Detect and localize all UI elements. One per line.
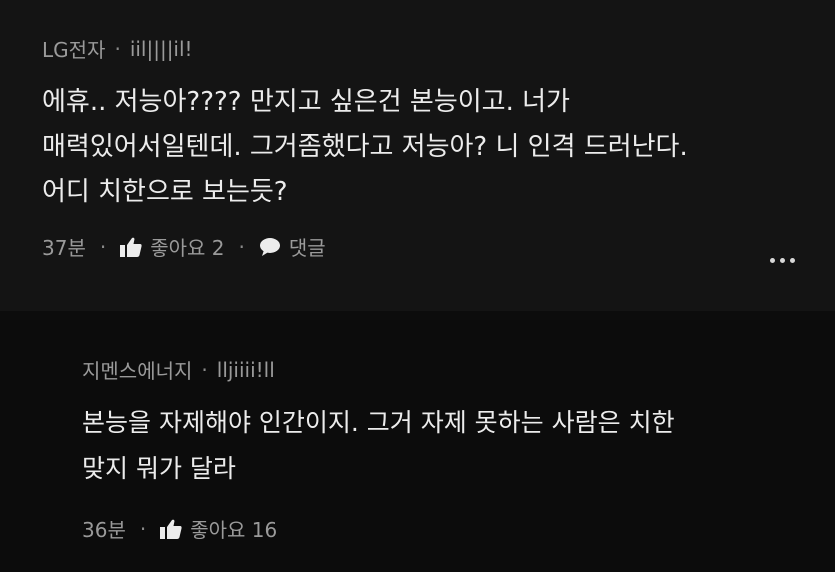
author-handle[interactable]: lljiiii!ll — [217, 358, 275, 382]
more-dots-icon — [770, 258, 775, 263]
author-name[interactable]: 지멘스에너지 — [82, 355, 192, 384]
comment-time: 37분 — [42, 236, 86, 260]
separator: · — [114, 36, 121, 61]
comment-header: LG전자 · iil||||il! — [42, 34, 835, 63]
reply-button[interactable]: 댓글 — [259, 232, 326, 261]
comment-actions: 37분 · 좋아요 2 · 댓글 — [42, 232, 835, 261]
like-button[interactable]: 좋아요 2 — [120, 232, 225, 261]
more-options-button[interactable] — [770, 258, 795, 263]
separator: · — [238, 234, 245, 259]
like-button[interactable]: 좋아요 16 — [160, 514, 277, 543]
speech-bubble-icon — [259, 237, 281, 257]
reply-label: 댓글 — [288, 236, 326, 260]
comment-time: 36분 — [82, 518, 126, 542]
thumbs-up-icon — [160, 519, 182, 539]
comment-body: 본능을 자제해야 인간이지. 그거 자제 못하는 사람은 치한 맞지 뭐가 달라 — [82, 408, 675, 483]
comment-body: 에휴.. 저능아???? 만지고 싶은건 본능이고. 너가 매력있어서일텐데. … — [42, 87, 688, 207]
reply-comment: 지멘스에너지 · lljiiii!ll 본능을 자제해야 인간이지. 그거 자제… — [0, 311, 835, 572]
comment: LG전자 · iil||||il! 에휴.. 저능아???? 만지고 싶은건 본… — [0, 0, 835, 311]
comment-header: 지멘스에너지 · lljiiii!ll — [82, 355, 835, 384]
separator: · — [201, 357, 208, 382]
thumbs-up-icon — [120, 237, 142, 257]
comment-actions: 36분 · 좋아요 16 — [82, 514, 835, 543]
author-name[interactable]: LG전자 — [42, 34, 105, 63]
like-count: 좋아요 16 — [190, 518, 278, 542]
separator: · — [139, 516, 147, 541]
author-handle[interactable]: iil||||il! — [130, 37, 193, 61]
separator: · — [99, 234, 107, 259]
like-count: 좋아요 2 — [150, 236, 225, 260]
